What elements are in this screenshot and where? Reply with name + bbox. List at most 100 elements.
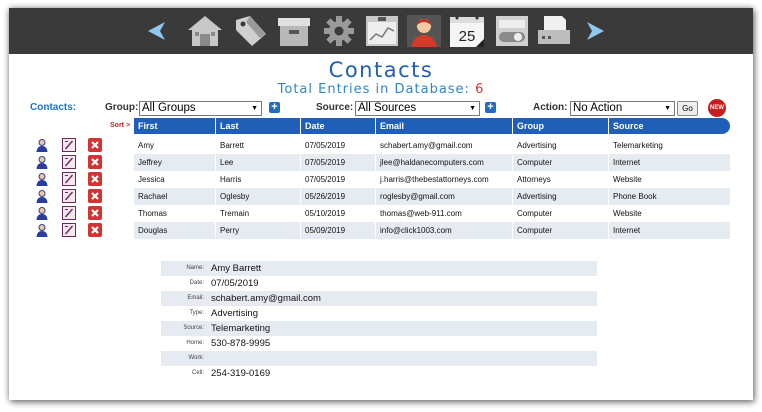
column-last[interactable]: Last [215, 118, 300, 134]
column-source[interactable]: Source [608, 118, 730, 134]
calendar-icon[interactable]: 25 [447, 14, 487, 48]
chart-icon[interactable] [363, 14, 401, 48]
user-icon[interactable] [35, 155, 49, 169]
cell-last: Harris [215, 171, 300, 188]
edit-icon[interactable] [62, 223, 76, 237]
table-row[interactable]: Thomas Tremain 05/10/2019 thomas@web-911.co… [9, 205, 731, 222]
cell-first: Rachael [138, 192, 168, 201]
gear-icon[interactable] [321, 14, 357, 48]
column-first[interactable]: First [134, 118, 215, 134]
delete-icon[interactable] [88, 138, 102, 152]
cell-email: thomas@web-911.com [375, 205, 512, 222]
cell-email: schabert.amy@gmail.com [375, 137, 512, 154]
group-select[interactable]: All Groups ▼ [139, 101, 262, 116]
cell-email: roglesby@gmail.com [375, 188, 512, 205]
user-icon[interactable] [35, 172, 49, 186]
archive-box-icon[interactable] [275, 14, 313, 48]
detail-value: Telemarketing [211, 323, 271, 334]
edit-icon[interactable] [62, 138, 76, 152]
user-icon[interactable] [35, 206, 49, 220]
back-arrow-icon[interactable] [143, 14, 169, 48]
cell-last: Oglesby [215, 188, 300, 205]
forward-arrow-icon[interactable] [583, 14, 609, 48]
table-row[interactable]: Jeffrey Lee 07/05/2019 jlee@haldanecomputer… [9, 154, 731, 171]
detail-value: Amy Barrett [211, 263, 262, 274]
cell-date: 07/05/2019 [300, 154, 375, 171]
chevron-down-icon: ▼ [469, 105, 476, 112]
edit-icon[interactable] [62, 206, 76, 220]
add-group-button[interactable]: + [269, 102, 280, 113]
cell-source: Website [608, 205, 730, 222]
delete-icon[interactable] [88, 172, 102, 186]
new-contact-button[interactable]: NEW [708, 99, 726, 117]
detail-label: Name: [186, 265, 204, 271]
detail-label: Source: [183, 325, 204, 331]
delete-icon[interactable] [88, 189, 102, 203]
cell-last: Lee [215, 154, 300, 171]
cell-source: Website [608, 171, 730, 188]
cell-group: Advertising [512, 188, 608, 205]
total-entries-label: Total Entries in Database: [277, 82, 470, 97]
person-icon[interactable] [405, 14, 443, 48]
column-group[interactable]: Group [512, 118, 608, 134]
table-row-cells: Thomas Tremain 05/10/2019 thomas@web-911.co… [134, 205, 730, 222]
cell-source: Phone Book [608, 188, 730, 205]
cell-email: jlee@haldanecomputers.com [375, 154, 512, 171]
source-select-value: All Sources [358, 102, 417, 114]
detail-row: Source: Telemarketing [161, 321, 597, 336]
group-label: Group: [105, 102, 139, 113]
contacts-label: Contacts: [30, 102, 77, 113]
table-row[interactable]: Jessica Harris 07/05/2019 j.harris@thebesta… [9, 171, 731, 188]
column-email[interactable]: Email [375, 118, 512, 134]
cell-email: info@click1003.com [375, 222, 512, 239]
delete-icon[interactable] [88, 206, 102, 220]
table-row[interactable]: Rachael Oglesby 05/26/2019 roglesby@gmail.c… [9, 188, 731, 205]
detail-label: Date: [189, 280, 204, 286]
cell-last: Tremain [215, 205, 300, 222]
user-icon[interactable] [35, 223, 49, 237]
sort-label: Sort > [110, 122, 131, 129]
add-source-button[interactable]: + [485, 102, 496, 113]
cell-date: 05/10/2019 [300, 205, 375, 222]
toolbar: 25 [9, 8, 753, 54]
total-entries: Total Entries in Database: 6 [9, 82, 753, 97]
contact-detail-panel: Name: Amy Barrett Date: 07/05/2019 Email: sch… [161, 261, 597, 381]
edit-icon[interactable] [62, 172, 76, 186]
table-row[interactable]: Amy Barrett 07/05/2019 schabert.amy@gmail.c… [9, 137, 731, 154]
go-button[interactable]: Go [677, 101, 698, 116]
delete-icon[interactable] [88, 223, 102, 237]
detail-row: Name: Amy Barrett [161, 261, 597, 276]
printer-icon[interactable] [535, 14, 573, 48]
cell-date: 05/26/2019 [300, 188, 375, 205]
detail-value: Advertising [211, 308, 258, 319]
chevron-down-icon: ▼ [664, 105, 671, 112]
action-select-value: No Action [573, 102, 623, 114]
edit-icon[interactable] [62, 155, 76, 169]
table-row-cells: Jessica Harris 07/05/2019 j.harris@thebesta… [134, 171, 730, 188]
cell-source: Telemarketing [608, 137, 730, 154]
user-icon[interactable] [35, 138, 49, 152]
table-row-cells: Rachael Oglesby 05/26/2019 roglesby@gmail.c… [134, 188, 730, 205]
cell-first: Amy [138, 141, 154, 150]
detail-label: Home: [186, 340, 204, 346]
detail-value: 530-878-9995 [211, 338, 271, 349]
detail-value: 07/05/2019 [211, 278, 259, 289]
action-select[interactable]: No Action ▼ [570, 101, 675, 116]
column-date[interactable]: Date [300, 118, 375, 134]
source-label: Source: [316, 102, 354, 113]
source-select[interactable]: All Sources ▼ [355, 101, 480, 116]
detail-row: Cell: 254-319-0169 [161, 366, 597, 381]
home-icon[interactable] [185, 14, 225, 48]
table-row[interactable]: Douglas Perry 05/09/2019 info@click1003.com… [9, 222, 731, 239]
group-select-value: All Groups [142, 102, 196, 114]
edit-icon[interactable] [62, 189, 76, 203]
detail-row: Home: 530-878-9995 [161, 336, 597, 351]
total-entries-count: 6 [475, 82, 485, 97]
delete-icon[interactable] [88, 155, 102, 169]
user-icon[interactable] [35, 189, 49, 203]
cell-first: Jeffrey [138, 158, 162, 167]
detail-value: schabert.amy@gmail.com [211, 293, 321, 304]
tag-icon[interactable] [231, 14, 269, 48]
cell-source: Internet [608, 222, 730, 239]
toggle-icon[interactable] [493, 14, 531, 48]
